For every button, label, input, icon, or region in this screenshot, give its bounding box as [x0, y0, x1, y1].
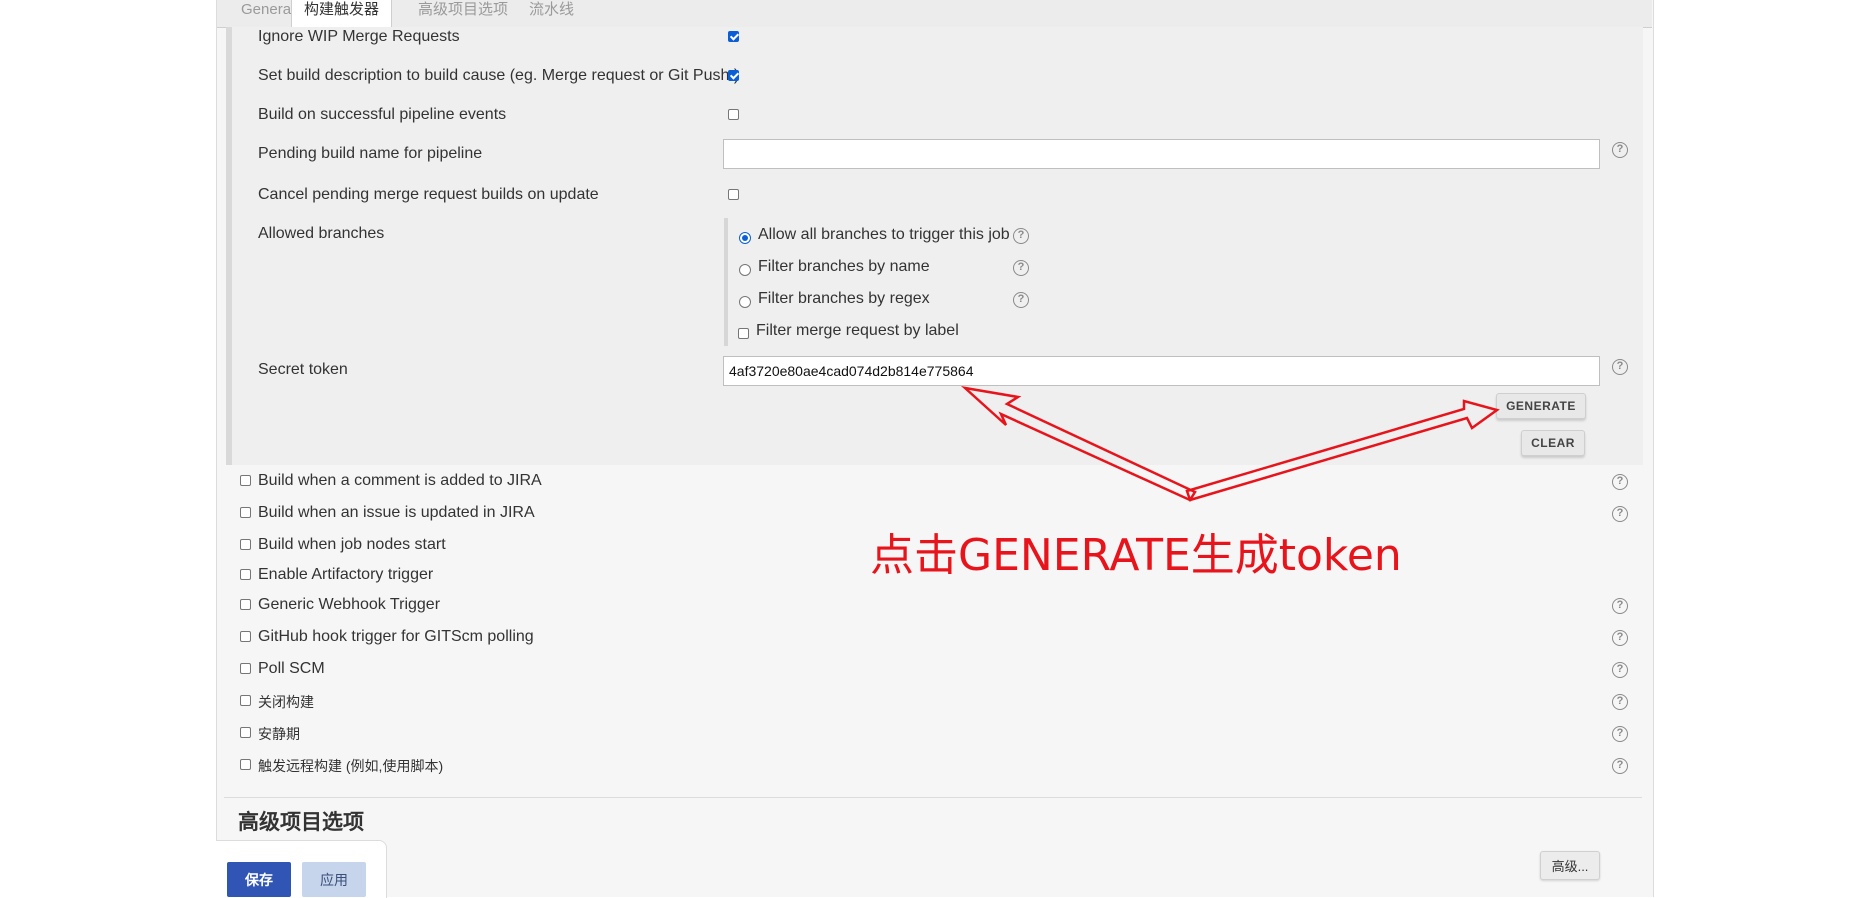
annotation-text: 点击GENERATE生成token: [870, 530, 1402, 581]
section-divider: [224, 797, 1642, 798]
save-button[interactable]: 保存: [227, 862, 291, 897]
annotation-arrows: [960, 386, 1500, 502]
arrow-to-token: [960, 386, 1197, 502]
advanced-options-heading: 高级项目选项: [238, 811, 364, 834]
advanced-button[interactable]: 高级...: [1540, 851, 1600, 880]
arrow-to-generate: [1185, 399, 1500, 502]
apply-button[interactable]: 应用: [302, 862, 366, 897]
